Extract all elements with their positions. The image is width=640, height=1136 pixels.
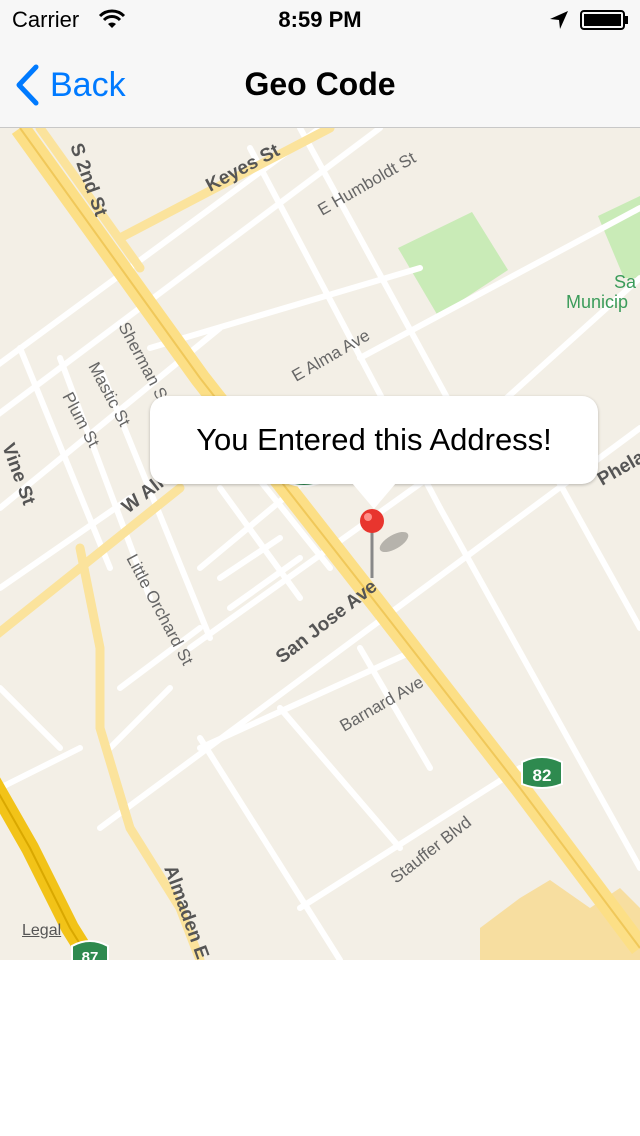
map-view[interactable]: S 2nd St Keyes St E Humboldt St E Alma A… xyxy=(0,128,640,960)
annotation-title: You Entered this Address! xyxy=(196,422,552,457)
map-pin-icon[interactable] xyxy=(360,509,411,578)
label-municipal-top: Sa xyxy=(614,272,637,292)
callout-pointer xyxy=(352,483,396,509)
label-vine-st: Vine St xyxy=(0,441,39,509)
label-phelan-ave: Phela xyxy=(594,447,640,491)
legal-link[interactable]: Legal xyxy=(22,922,61,940)
map-canvas[interactable]: S 2nd St Keyes St E Humboldt St E Alma A… xyxy=(0,128,640,960)
empty-content-area xyxy=(0,960,640,1136)
svg-text:87: 87 xyxy=(82,949,99,960)
route-shield-82-b: 82 xyxy=(521,756,563,789)
route-shield-87: 87 xyxy=(71,940,109,960)
battery-icon xyxy=(580,10,628,30)
page-title: Geo Code xyxy=(244,66,396,102)
annotation-callout[interactable]: You Entered this Address! xyxy=(150,396,598,484)
svg-text:82: 82 xyxy=(533,766,552,785)
label-municipal: Municip xyxy=(566,292,628,312)
navigation-bar: Back Geo Code xyxy=(0,40,640,128)
clock-time: 8:59 PM xyxy=(278,7,362,32)
park-area xyxy=(398,212,508,316)
arterial-roads xyxy=(0,128,335,960)
location-arrow-icon xyxy=(550,11,568,29)
label-almaden-expy: Almaden E xyxy=(159,863,212,960)
label-little-orchard-st: Little Orchard St xyxy=(122,551,197,669)
status-bar: Carrier 8:59 PM xyxy=(0,0,640,40)
